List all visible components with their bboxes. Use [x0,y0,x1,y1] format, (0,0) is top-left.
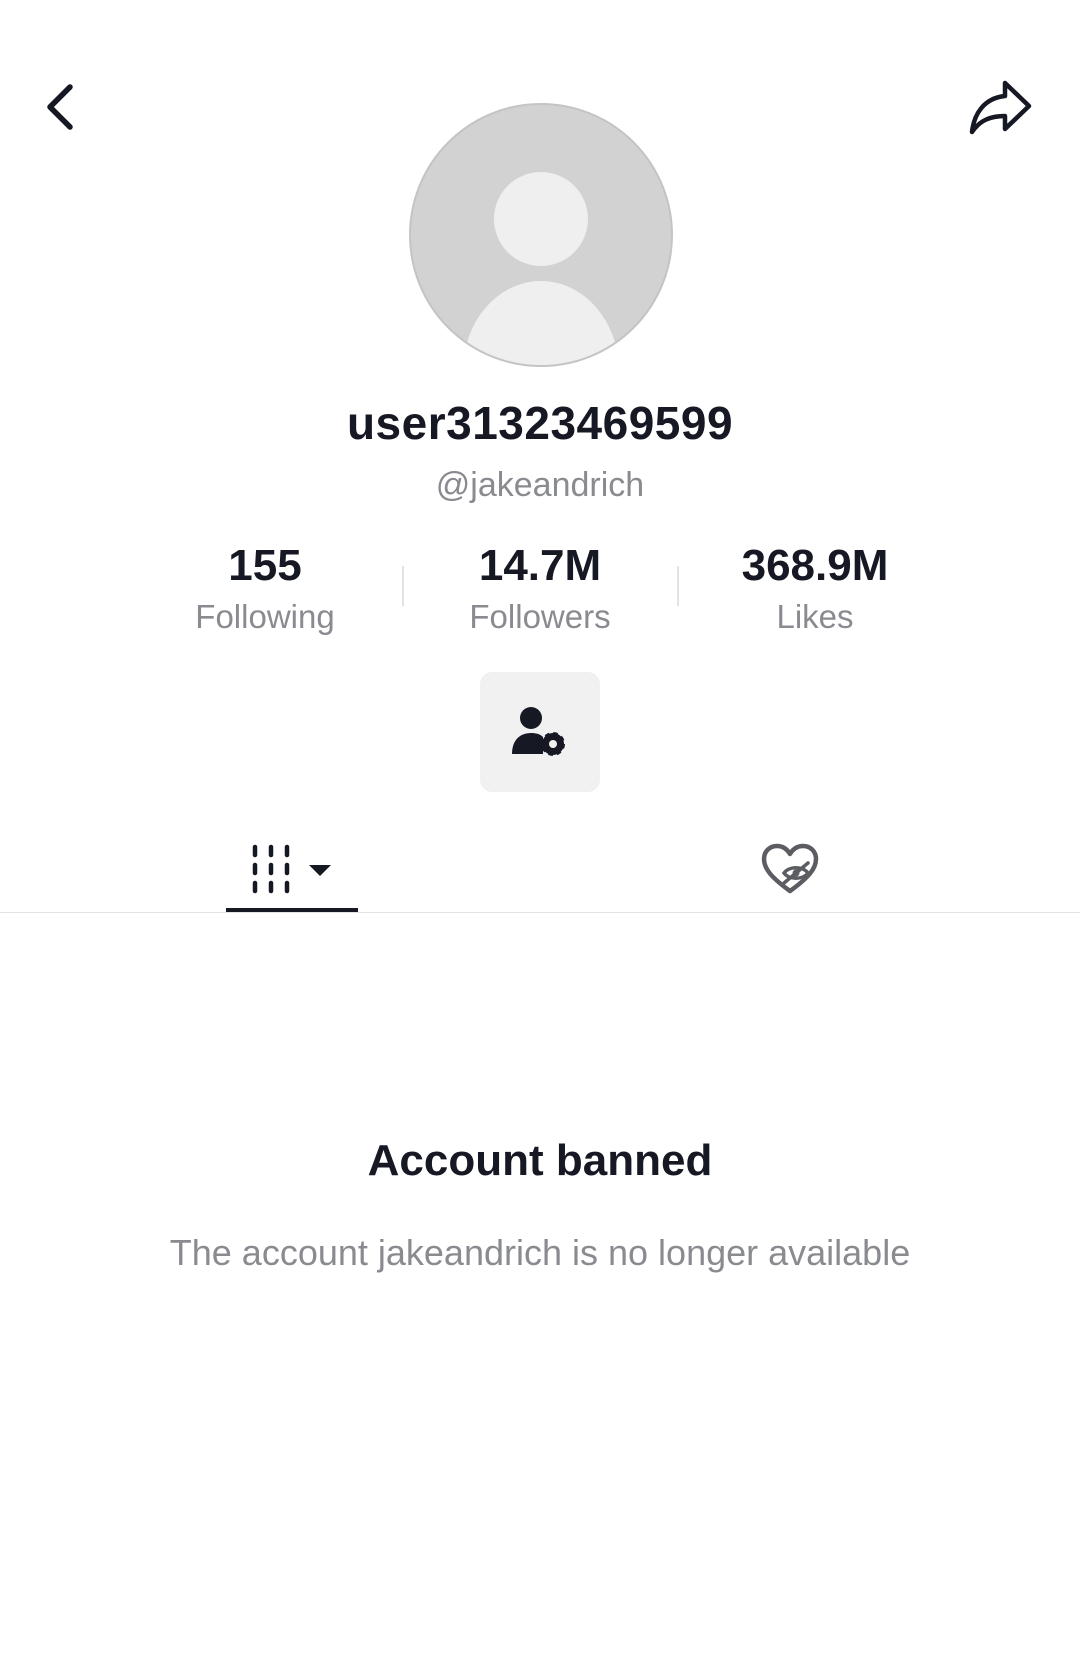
default-avatar-icon [463,172,619,365]
username-handle: @jakeandrich [435,466,645,504]
notice-message: The account jakeandrich is no longer ava… [169,1232,911,1273]
chevron-left-icon [47,84,73,130]
stat-value: 14.7M [478,541,602,590]
display-name: user31323469599 [346,397,734,449]
stat-likes: 368.9M Likes [685,538,945,640]
notice-title: Account banned [367,1136,713,1185]
tab-videos[interactable] [226,826,358,912]
stat-followers[interactable]: 14.7M Followers [410,538,670,640]
user-settings-button[interactable] [480,672,600,792]
stat-value: 155 [228,541,302,590]
share-arrow-icon [969,80,1032,135]
stat-following[interactable]: 155 Following [135,538,395,640]
liked-hidden-icon [761,843,819,894]
stat-value: 368.9M [741,541,889,590]
caret-down-icon [309,865,331,876]
avatar [409,103,673,367]
stat-divider [402,566,404,606]
stat-label: Likes [776,598,854,635]
tabs-divider [0,912,1080,913]
stat-label: Following [195,598,335,635]
tab-liked-videos[interactable] [740,826,840,912]
back-button[interactable] [30,72,90,142]
videos-grid-icon [252,844,331,894]
share-button[interactable] [960,72,1040,142]
user-settings-icon [512,707,565,756]
stat-divider [677,566,679,606]
stat-label: Followers [469,598,611,635]
